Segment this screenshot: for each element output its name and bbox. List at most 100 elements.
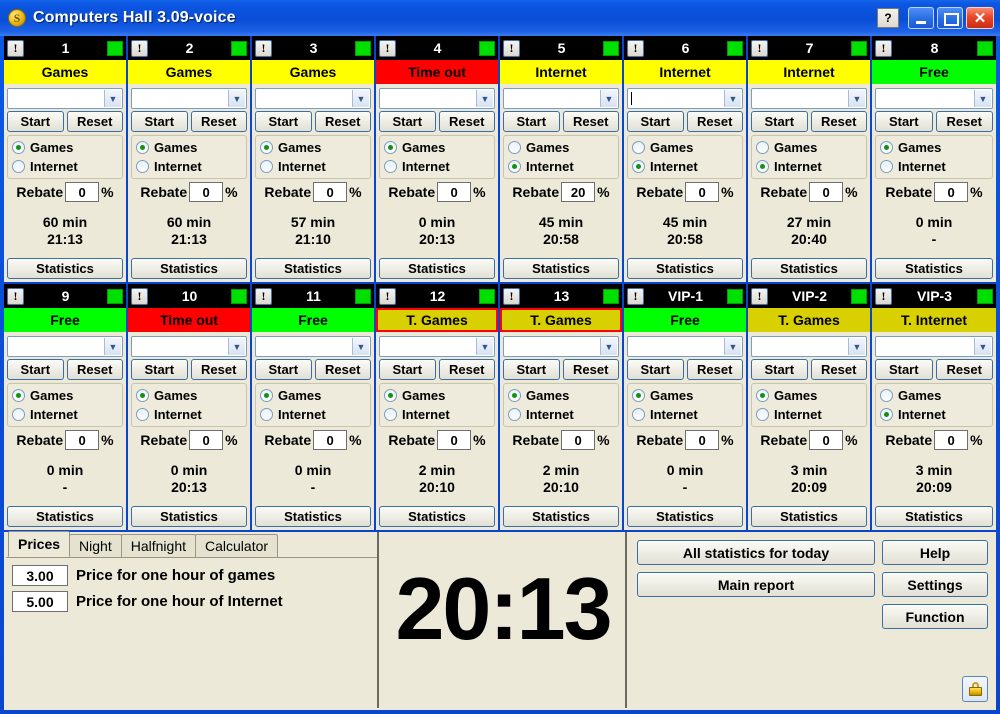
radio-games[interactable]: Games	[12, 138, 118, 157]
rebate-input[interactable]: 0	[685, 182, 720, 202]
reset-button[interactable]: Reset	[810, 111, 867, 132]
radio-games-icon[interactable]	[12, 141, 25, 154]
chevron-down-icon[interactable]: ▼	[600, 338, 617, 355]
radio-internet-icon[interactable]	[756, 160, 769, 173]
statistics-button[interactable]: Statistics	[131, 258, 247, 279]
radio-internet-icon[interactable]	[508, 408, 521, 421]
station-user-combo[interactable]: ▼	[7, 88, 123, 109]
start-button[interactable]: Start	[131, 111, 188, 132]
reset-button[interactable]: Reset	[190, 111, 247, 132]
statistics-button[interactable]: Statistics	[751, 258, 867, 279]
radio-games-icon[interactable]	[136, 389, 149, 402]
exclamation-icon[interactable]: !	[131, 39, 148, 57]
chevron-down-icon[interactable]: ▼	[228, 338, 245, 355]
radio-internet[interactable]: Internet	[384, 405, 490, 424]
reset-button[interactable]: Reset	[686, 359, 743, 380]
radio-internet[interactable]: Internet	[756, 157, 862, 176]
radio-internet[interactable]: Internet	[136, 405, 242, 424]
radio-games-icon[interactable]	[632, 389, 645, 402]
minimize-button[interactable]	[908, 7, 934, 29]
reset-button[interactable]: Reset	[562, 111, 619, 132]
radio-internet[interactable]: Internet	[756, 405, 862, 424]
radio-games-icon[interactable]	[260, 389, 273, 402]
exclamation-icon[interactable]: !	[751, 39, 768, 57]
rebate-input[interactable]: 0	[437, 182, 472, 202]
rebate-input[interactable]: 0	[685, 430, 720, 450]
statistics-button[interactable]: Statistics	[503, 258, 619, 279]
station-user-combo[interactable]: ▼	[875, 88, 993, 109]
statistics-button[interactable]: Statistics	[255, 258, 371, 279]
start-button[interactable]: Start	[503, 111, 560, 132]
start-button[interactable]: Start	[379, 359, 436, 380]
radio-internet[interactable]: Internet	[880, 157, 988, 176]
rebate-input[interactable]: 20	[561, 182, 596, 202]
radio-games-icon[interactable]	[136, 141, 149, 154]
radio-internet[interactable]: Internet	[880, 405, 988, 424]
rebate-input[interactable]: 0	[561, 430, 596, 450]
radio-internet-icon[interactable]	[632, 408, 645, 421]
chevron-down-icon[interactable]: ▼	[974, 90, 991, 107]
start-button[interactable]: Start	[503, 359, 560, 380]
radio-games-icon[interactable]	[508, 389, 521, 402]
station-user-combo[interactable]: ▼	[627, 336, 743, 357]
station-user-combo[interactable]: ▼	[875, 336, 993, 357]
radio-internet[interactable]: Internet	[260, 157, 366, 176]
tab-halfnight[interactable]: Halfnight	[120, 534, 196, 557]
radio-games-icon[interactable]	[756, 141, 769, 154]
rebate-input[interactable]: 0	[809, 430, 844, 450]
statistics-button[interactable]: Statistics	[7, 258, 123, 279]
radio-games[interactable]: Games	[880, 386, 988, 405]
chevron-down-icon[interactable]: ▼	[476, 338, 493, 355]
radio-internet-icon[interactable]	[756, 408, 769, 421]
statistics-button[interactable]: Statistics	[131, 506, 247, 527]
radio-games-icon[interactable]	[12, 389, 25, 402]
radio-internet-icon[interactable]	[136, 408, 149, 421]
radio-games[interactable]: Games	[632, 138, 738, 157]
station-user-combo[interactable]: ▼	[627, 88, 743, 109]
exclamation-icon[interactable]: !	[255, 39, 272, 57]
statistics-button[interactable]: Statistics	[627, 506, 743, 527]
chevron-down-icon[interactable]: ▼	[104, 338, 121, 355]
rebate-input[interactable]: 0	[65, 430, 100, 450]
station-user-combo[interactable]: ▼	[751, 336, 867, 357]
radio-games-icon[interactable]	[880, 389, 893, 402]
price-input[interactable]: 5.00	[12, 591, 68, 612]
exclamation-icon[interactable]: !	[131, 287, 148, 305]
exclamation-icon[interactable]: !	[503, 39, 520, 57]
radio-games[interactable]: Games	[260, 386, 366, 405]
radio-internet[interactable]: Internet	[632, 405, 738, 424]
radio-games-icon[interactable]	[632, 141, 645, 154]
chevron-down-icon[interactable]: ▼	[848, 90, 865, 107]
chevron-down-icon[interactable]: ▼	[352, 90, 369, 107]
radio-internet[interactable]: Internet	[260, 405, 366, 424]
exclamation-icon[interactable]: !	[503, 287, 520, 305]
exclamation-icon[interactable]: !	[379, 39, 396, 57]
lock-icon[interactable]	[962, 676, 988, 702]
reset-button[interactable]: Reset	[314, 359, 371, 380]
station-user-combo[interactable]: ▼	[503, 336, 619, 357]
radio-games[interactable]: Games	[508, 386, 614, 405]
exclamation-icon[interactable]: !	[875, 287, 892, 305]
radio-games[interactable]: Games	[756, 138, 862, 157]
start-button[interactable]: Start	[627, 359, 684, 380]
reset-button[interactable]: Reset	[66, 359, 123, 380]
radio-internet-icon[interactable]	[12, 408, 25, 421]
radio-games[interactable]: Games	[136, 386, 242, 405]
reset-button[interactable]: Reset	[686, 111, 743, 132]
statistics-button[interactable]: Statistics	[875, 506, 993, 527]
radio-games[interactable]: Games	[12, 386, 118, 405]
statistics-button[interactable]: Statistics	[379, 506, 495, 527]
radio-games[interactable]: Games	[508, 138, 614, 157]
chevron-down-icon[interactable]: ▼	[600, 90, 617, 107]
radio-internet-icon[interactable]	[12, 160, 25, 173]
radio-games-icon[interactable]	[384, 389, 397, 402]
statistics-button[interactable]: Statistics	[751, 506, 867, 527]
radio-internet[interactable]: Internet	[136, 157, 242, 176]
settings-button[interactable]: Settings	[882, 572, 988, 597]
statistics-button[interactable]: Statistics	[379, 258, 495, 279]
chevron-down-icon[interactable]: ▼	[104, 90, 121, 107]
radio-games[interactable]: Games	[632, 386, 738, 405]
statistics-button[interactable]: Statistics	[875, 258, 993, 279]
rebate-input[interactable]: 0	[189, 182, 224, 202]
radio-internet[interactable]: Internet	[508, 405, 614, 424]
